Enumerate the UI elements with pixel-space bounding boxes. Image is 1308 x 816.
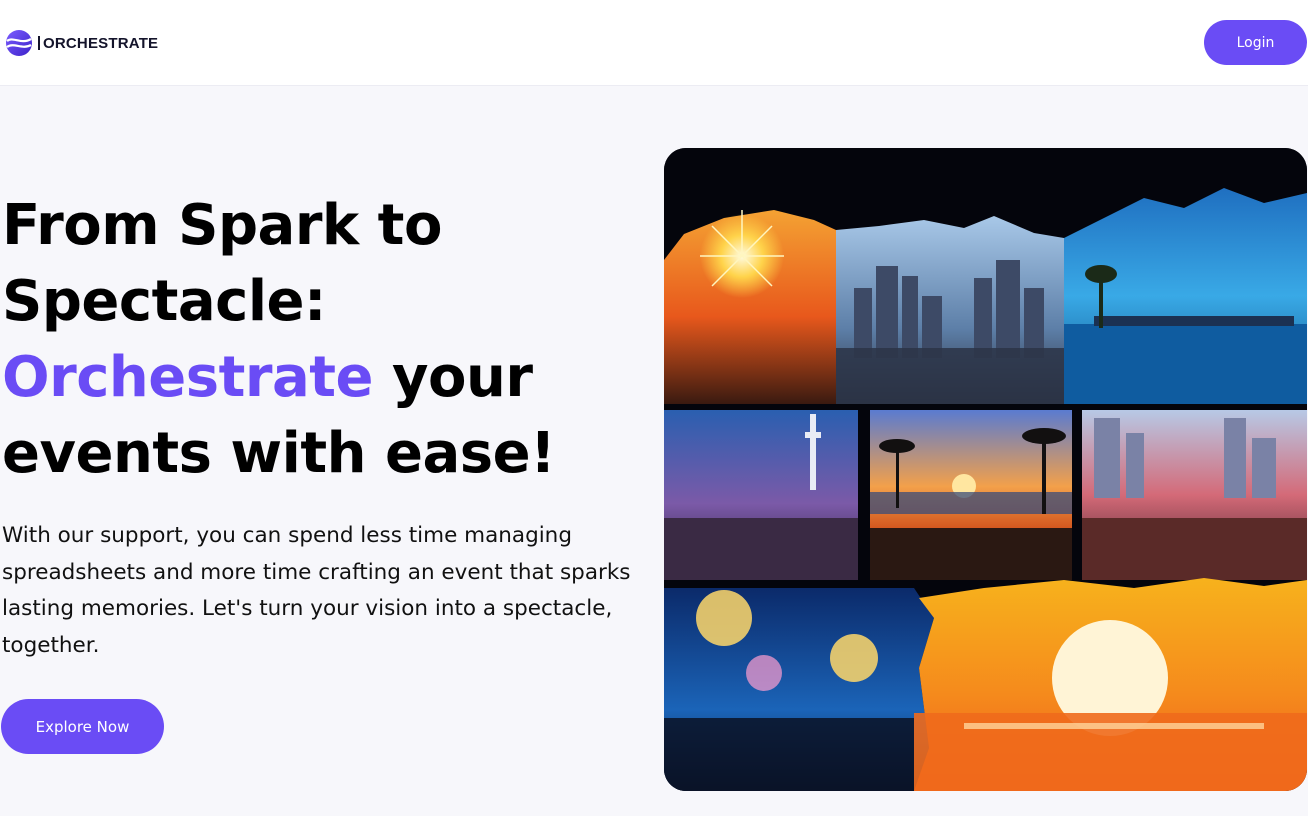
headline-line-2: Spectacle: bbox=[2, 269, 326, 334]
globe-wave-icon bbox=[4, 28, 34, 58]
brand-logo[interactable]: ORCHESTRATE bbox=[4, 29, 158, 57]
hero-headline: From Spark to Spectacle: Orchestrate you… bbox=[2, 188, 642, 492]
brand-divider bbox=[38, 36, 40, 50]
hero-collage-image bbox=[664, 148, 1307, 791]
headline-line-1: From Spark to bbox=[2, 193, 442, 258]
top-nav: ORCHESTRATE Login bbox=[0, 0, 1308, 86]
headline-line-4: events with ease! bbox=[2, 421, 556, 486]
headline-accent-word: Orchestrate bbox=[2, 345, 374, 410]
headline-line-3-rest: your bbox=[373, 345, 533, 410]
login-button[interactable]: Login bbox=[1204, 20, 1307, 65]
hero-description: With our support, you can spend less tim… bbox=[2, 523, 631, 658]
explore-now-button[interactable]: Explore Now bbox=[1, 699, 164, 754]
brand-name: ORCHESTRATE bbox=[43, 34, 159, 52]
